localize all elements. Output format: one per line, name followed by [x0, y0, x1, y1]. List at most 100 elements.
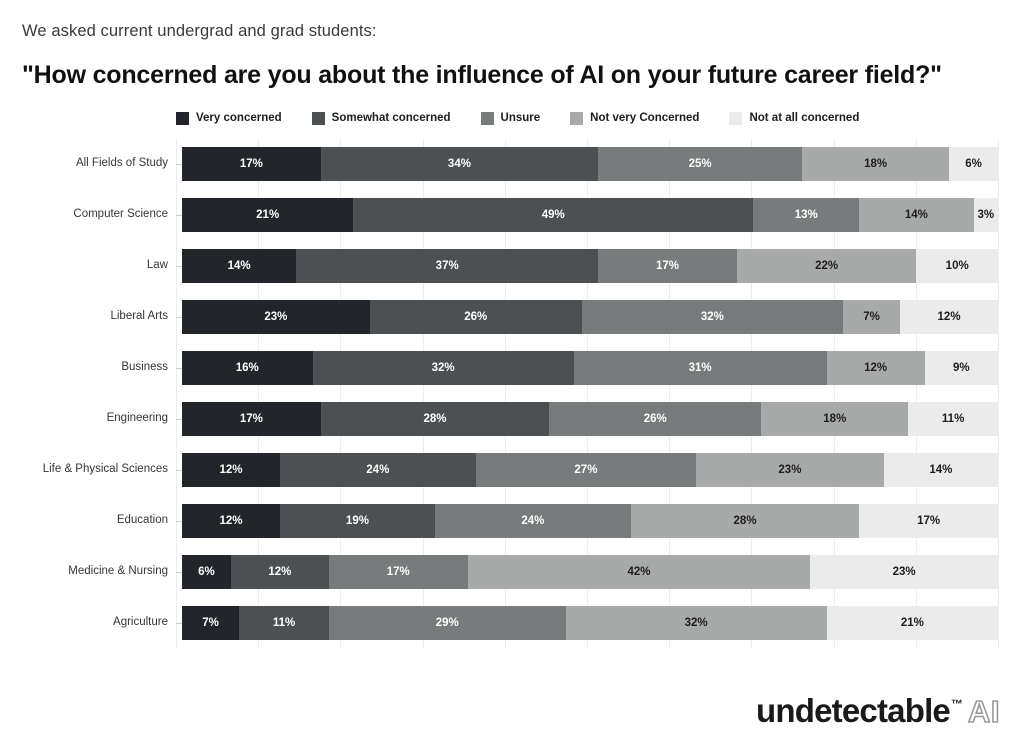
bar-segment-value: 25% — [688, 158, 712, 171]
chart-row: All Fields of Study 17% 34% 25% 18% 6% — [22, 139, 998, 190]
trademark-icon: ™ — [951, 697, 963, 711]
bar-segment: 12% — [900, 300, 998, 335]
bar-segment: 12% — [182, 453, 280, 488]
bar-segment: 23% — [810, 555, 998, 590]
bar-segment: 3% — [973, 198, 998, 233]
bar-segment: 32% — [581, 300, 843, 335]
bar-segment-value: 26% — [464, 311, 488, 324]
bar-segment-value: 29% — [435, 617, 459, 630]
stacked-bar: 21% 49% 13% 14% 3% — [182, 198, 998, 233]
stacked-bar: 12% 19% 24% 28% 17% — [182, 504, 998, 539]
bar-segment-value: 14% — [904, 209, 928, 222]
bar-segment: 17% — [328, 555, 468, 590]
bar-segment-value: 6% — [198, 566, 215, 579]
row-label: Life & Physical Sciences — [42, 463, 168, 476]
bar-segment: 42% — [467, 555, 811, 590]
row-label: Business — [121, 361, 168, 374]
bar-segment-value: 49% — [541, 209, 565, 222]
stacked-bar: 7% 11% 29% 32% 21% — [182, 606, 998, 641]
bar-segment-value: 24% — [521, 515, 545, 528]
bar-segment-value: 13% — [794, 209, 818, 222]
bar-segment-value: 24% — [366, 464, 390, 477]
legend-swatch-icon — [729, 111, 743, 125]
bar-segment-value: 12% — [864, 362, 888, 375]
bar-segment: 7% — [842, 300, 901, 335]
chart-row: Engineering 17% 28% 26% 18% 11% — [22, 394, 998, 445]
gridline — [998, 138, 999, 649]
bar-segment: 29% — [328, 606, 566, 641]
bar-segment-value: 12% — [219, 515, 243, 528]
bar-segment: 32% — [312, 351, 574, 386]
bar-segment: 26% — [549, 402, 762, 437]
bar-segment-value: 12% — [268, 566, 292, 579]
bar-segment: 7% — [182, 606, 240, 641]
bar-segment-value: 11% — [941, 413, 965, 426]
bar-segment: 17% — [598, 249, 737, 284]
bar-segment: 49% — [353, 198, 754, 233]
bar-segment-value: 12% — [219, 464, 243, 477]
chart-row: Education 12% 19% 24% 28% 17% — [22, 496, 998, 547]
bar-segment: 22% — [736, 249, 917, 284]
bar-segment: 12% — [826, 351, 925, 386]
chart-row: Law 14% 37% 17% 22% 10% — [22, 241, 998, 292]
bar-segment: 12% — [182, 504, 280, 539]
legend-item-label: Not at all concerned — [749, 112, 860, 125]
bar-segment-value: 34% — [447, 158, 471, 171]
bar-segment-value: 6% — [965, 158, 982, 171]
bar-segment: 17% — [182, 147, 321, 182]
bar-segment-value: 28% — [733, 515, 757, 528]
bar-segment-value: 37% — [435, 260, 459, 273]
bar-segment-value: 21% — [256, 209, 280, 222]
row-label: All Fields of Study — [75, 157, 168, 170]
legend-item: Not very Concerned — [570, 111, 699, 125]
bar-segment-value: 17% — [656, 260, 680, 273]
chart-row: Business 16% 32% 31% 12% 9% — [22, 343, 998, 394]
stacked-bar: 14% 37% 17% 22% 10% — [182, 249, 998, 284]
bar-segment-value: 19% — [345, 515, 369, 528]
bar-segment-value: 3% — [977, 209, 995, 222]
row-label: Computer Science — [73, 208, 168, 221]
chart-area: All Fields of Study 17% 34% 25% 18% 6% Compute… — [0, 138, 1020, 649]
bar-segment: 10% — [916, 249, 998, 284]
bar-segment-value: 32% — [700, 311, 724, 324]
bar-segment-value: 18% — [823, 413, 847, 426]
stacked-bar: 17% 28% 26% 18% 11% — [182, 402, 998, 437]
chart-header: We asked current undergrad and grad stud… — [0, 0, 1020, 90]
stacked-bar: 6% 12% 17% 42% 23% — [182, 555, 998, 590]
legend-item: Somewhat concerned — [311, 111, 451, 125]
bar-segment-value: 14% — [929, 464, 953, 477]
bar-segment-value: 42% — [627, 566, 651, 579]
bar-segment: 31% — [573, 351, 827, 386]
bar-segment: 11% — [908, 402, 998, 437]
chart-title: "How concerned are you about the influen… — [22, 60, 942, 89]
legend-item-label: Very concerned — [196, 112, 282, 125]
bar-segment-value: 27% — [574, 464, 598, 477]
legend-swatch-icon — [480, 111, 494, 125]
bar-segment-value: 17% — [917, 515, 941, 528]
row-label: Liberal Arts — [110, 310, 168, 323]
bar-segment-value: 11% — [272, 617, 296, 630]
bar-segment: 6% — [949, 147, 998, 182]
row-label: Agriculture — [113, 616, 168, 629]
stacked-bar: 23% 26% 32% 7% 12% — [182, 300, 998, 335]
bar-segment: 23% — [696, 453, 884, 488]
bar-segment-value: 26% — [643, 413, 667, 426]
bar-segment-value: 28% — [423, 413, 447, 426]
bar-segment: 34% — [320, 147, 599, 182]
bar-rows: All Fields of Study 17% 34% 25% 18% 6% Compute… — [22, 139, 998, 649]
bar-segment: 18% — [761, 402, 909, 437]
bar-segment-value: 7% — [863, 311, 880, 324]
bar-segment: 6% — [182, 555, 231, 590]
bar-segment: 14% — [859, 198, 974, 233]
bar-segment: 21% — [182, 198, 354, 233]
chart-legend: Very concerned Somewhat concerned Unsure No… — [176, 111, 1020, 125]
bar-segment: 21% — [826, 606, 998, 641]
bar-segment-value: 16% — [235, 362, 259, 375]
bar-segment-value: 7% — [202, 617, 219, 630]
row-label: Engineering — [106, 412, 168, 425]
bar-segment: 23% — [182, 300, 370, 335]
plot-wrap: All Fields of Study 17% 34% 25% 18% 6% Compute… — [22, 138, 999, 649]
legend-item: Unsure — [480, 111, 540, 125]
bar-segment: 16% — [182, 351, 313, 386]
bar-segment-value: 23% — [892, 566, 916, 579]
